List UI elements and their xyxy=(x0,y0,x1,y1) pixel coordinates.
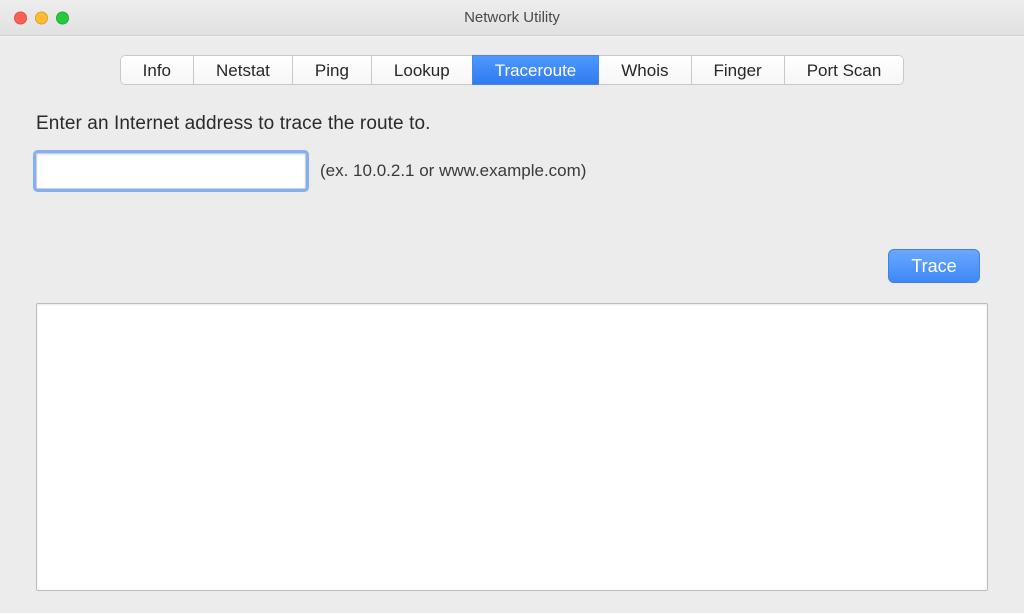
minimize-icon[interactable] xyxy=(35,11,48,24)
close-icon[interactable] xyxy=(14,11,27,24)
output-textarea[interactable] xyxy=(36,303,988,591)
example-hint: (ex. 10.0.2.1 or www.example.com) xyxy=(320,161,586,181)
tab-netstat[interactable]: Netstat xyxy=(193,55,293,85)
prompt-label: Enter an Internet address to trace the r… xyxy=(36,113,988,135)
window-content: Info Netstat Ping Lookup Traceroute Whoi… xyxy=(0,36,1024,613)
tab-finger[interactable]: Finger xyxy=(691,55,785,85)
tab-portscan[interactable]: Port Scan xyxy=(784,55,905,85)
tab-whois[interactable]: Whois xyxy=(598,55,691,85)
action-row: Trace xyxy=(36,249,988,283)
tab-traceroute[interactable]: Traceroute xyxy=(472,55,600,85)
titlebar: Network Utility xyxy=(0,0,1024,36)
tab-bar: Info Netstat Ping Lookup Traceroute Whoi… xyxy=(0,37,1024,85)
window-title: Network Utility xyxy=(464,9,560,26)
tabs: Info Netstat Ping Lookup Traceroute Whoi… xyxy=(120,55,905,85)
main-panel: Enter an Internet address to trace the r… xyxy=(0,85,1024,613)
address-input[interactable] xyxy=(36,153,306,189)
window-controls xyxy=(14,11,69,24)
tab-ping[interactable]: Ping xyxy=(292,55,372,85)
zoom-icon[interactable] xyxy=(56,11,69,24)
tab-info[interactable]: Info xyxy=(120,55,194,85)
input-row: (ex. 10.0.2.1 or www.example.com) xyxy=(36,153,988,189)
trace-button[interactable]: Trace xyxy=(888,249,980,283)
tab-lookup[interactable]: Lookup xyxy=(371,55,473,85)
